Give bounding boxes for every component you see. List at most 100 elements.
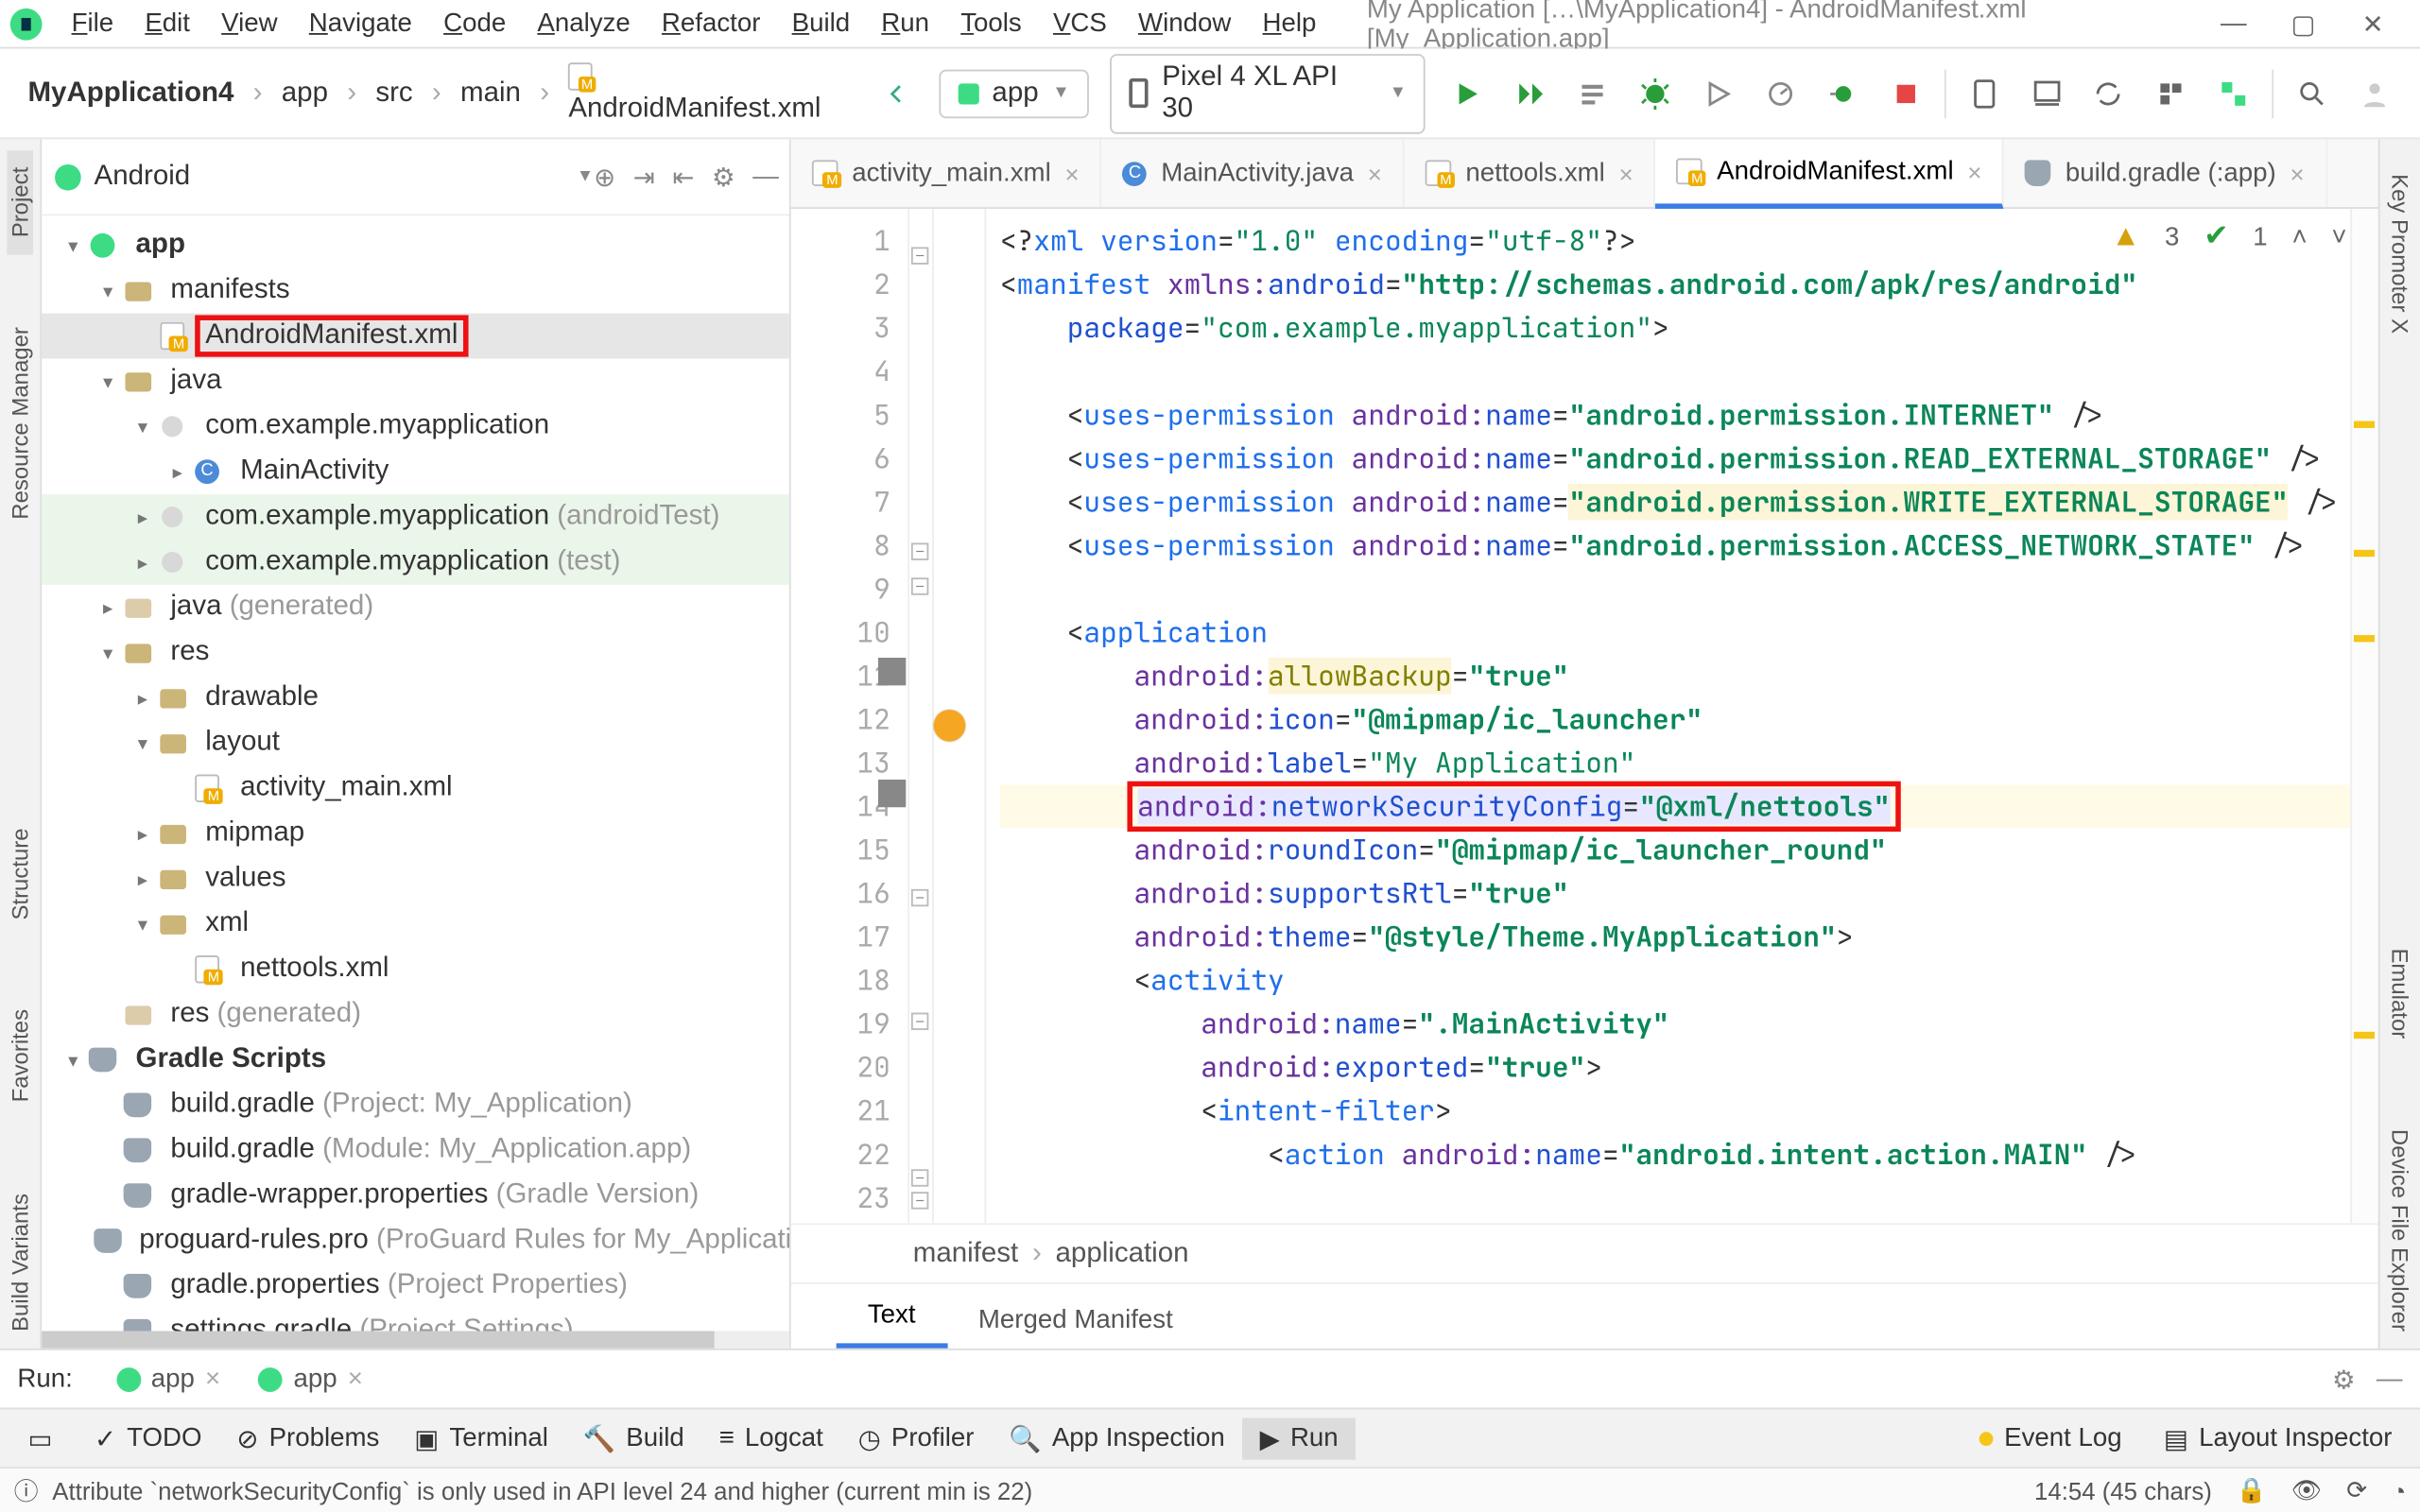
tree-arrow-icon[interactable] bbox=[164, 460, 191, 483]
crumb-1[interactable]: app bbox=[268, 72, 342, 113]
fold-toggle-icon[interactable]: − bbox=[911, 247, 928, 264]
crumb-4[interactable]: AndroidManifest.xml bbox=[555, 57, 867, 129]
close-tab-icon[interactable]: × bbox=[1619, 159, 1634, 186]
editor-tab[interactable]: activity_main.xml× bbox=[791, 139, 1102, 207]
tree-node[interactable]: xml bbox=[42, 902, 789, 947]
memory-indicator[interactable]: ◔ bbox=[2392, 1476, 2407, 1503]
menu-build[interactable]: Build bbox=[776, 4, 866, 43]
layout-inspector-tab[interactable]: ▤Layout Inspector bbox=[2146, 1418, 2409, 1459]
apply-changes-icon[interactable] bbox=[1570, 71, 1616, 116]
toolwindow-logcat[interactable]: ≡Logcat bbox=[701, 1418, 840, 1459]
tree-node[interactable]: manifests bbox=[42, 268, 789, 314]
resource-manager-toolwindow-tab[interactable]: Resource Manager bbox=[7, 311, 33, 538]
chevron-up-icon[interactable]: ˄ bbox=[2291, 222, 2307, 251]
hide-icon[interactable]: — bbox=[752, 161, 779, 192]
fold-toggle-icon[interactable]: − bbox=[911, 1192, 928, 1209]
fold-toggle-icon[interactable]: − bbox=[911, 889, 928, 906]
run-config-combo[interactable]: app ▼ bbox=[940, 69, 1089, 118]
run-toolwindow-tabs[interactable]: Run: app× app× ⚙ — bbox=[0, 1349, 2420, 1408]
close-tab-icon[interactable]: × bbox=[1064, 159, 1079, 186]
menu-refactor[interactable]: Refactor bbox=[646, 4, 776, 43]
editor-tab[interactable]: nettools.xml× bbox=[1405, 139, 1656, 207]
warning-marker[interactable] bbox=[2354, 635, 2375, 642]
fold-toggle-icon[interactable]: − bbox=[911, 1013, 928, 1030]
resource-manager-icon[interactable] bbox=[2149, 71, 2194, 116]
crumb-application[interactable]: application bbox=[1056, 1238, 1189, 1269]
back-icon[interactable] bbox=[875, 71, 921, 116]
menu-run[interactable]: Run bbox=[866, 4, 945, 43]
menu-vcs[interactable]: VCS bbox=[1037, 4, 1122, 43]
tree-arrow-icon[interactable] bbox=[129, 686, 156, 709]
tree-node[interactable]: java bbox=[42, 358, 789, 404]
tree-node[interactable]: CMainActivity bbox=[42, 449, 789, 494]
hide-icon[interactable]: — bbox=[2377, 1364, 2403, 1393]
warning-marker[interactable] bbox=[2354, 550, 2375, 557]
crumb-2[interactable]: src bbox=[362, 72, 427, 113]
tree-node[interactable]: nettools.xml bbox=[42, 947, 789, 992]
tree-node[interactable]: java (generated) bbox=[42, 585, 789, 630]
editor-tab[interactable]: build.gradle (:app)× bbox=[2004, 139, 2326, 207]
project-toolbar-actions[interactable]: ⊕ ⇥ ⇤ ⚙ — bbox=[594, 161, 779, 192]
chevron-down-icon[interactable]: ˅ bbox=[2331, 222, 2346, 251]
device-file-explorer-tab[interactable]: Device File Explorer bbox=[2387, 1111, 2413, 1349]
toolwindow-build[interactable]: 🔨Build bbox=[565, 1418, 701, 1459]
build-variants-toolwindow-tab[interactable]: Build Variants bbox=[7, 1176, 33, 1349]
tree-arrow-icon[interactable] bbox=[95, 596, 122, 619]
toolwindow-menu-icon[interactable]: ▭ bbox=[10, 1418, 70, 1459]
power-save-icon[interactable]: 👁 bbox=[2291, 1475, 2323, 1504]
gutter-image-icon[interactable] bbox=[878, 780, 906, 807]
favorites-toolwindow-tab[interactable]: Favorites bbox=[7, 992, 33, 1120]
tree-node[interactable]: res (generated) bbox=[42, 991, 789, 1037]
editor-breadcrumbs[interactable]: manifest › application bbox=[791, 1223, 2378, 1282]
tree-node[interactable]: layout bbox=[42, 720, 789, 765]
stop-icon[interactable] bbox=[1883, 71, 1928, 116]
editor-body[interactable]: 1234567891011121314151617181920212223242… bbox=[791, 209, 2378, 1223]
caret-position[interactable]: 14:54 (45 chars) bbox=[2034, 1476, 2212, 1503]
intention-bulb-icon[interactable] bbox=[934, 710, 965, 741]
maximize-icon[interactable]: ▢ bbox=[2284, 8, 2323, 39]
fold-gutter[interactable]: −−−−−−− bbox=[909, 209, 934, 1223]
user-icon[interactable] bbox=[2352, 71, 2397, 116]
tree-arrow-icon[interactable] bbox=[129, 506, 156, 528]
coverage-icon[interactable] bbox=[1695, 71, 1740, 116]
avd-manager-icon[interactable] bbox=[1962, 71, 2007, 116]
debug-icon[interactable] bbox=[1633, 71, 1678, 116]
tree-arrow-icon[interactable] bbox=[129, 822, 156, 845]
collapse-all-icon[interactable]: ⇤ bbox=[672, 161, 694, 192]
fold-toggle-icon[interactable]: − bbox=[911, 577, 928, 594]
gear-icon[interactable]: ⚙ bbox=[712, 161, 735, 192]
project-tree[interactable]: appmanifestsAndroidManifest.xmljavacom.e… bbox=[42, 215, 789, 1331]
tree-arrow-icon[interactable] bbox=[129, 868, 156, 890]
processes-icon[interactable]: ⟳ bbox=[2346, 1475, 2367, 1504]
tree-arrow-icon[interactable] bbox=[129, 731, 156, 754]
tree-node[interactable]: app bbox=[42, 223, 789, 268]
tree-arrow-icon[interactable] bbox=[129, 551, 156, 574]
profile-icon[interactable] bbox=[1757, 71, 1803, 116]
tree-node[interactable]: com.example.myapplication bbox=[42, 404, 789, 449]
tree-node[interactable]: activity_main.xml bbox=[42, 765, 789, 811]
h-scrollbar[interactable] bbox=[42, 1332, 789, 1349]
window-controls[interactable]: — ▢ ✕ bbox=[2215, 8, 2413, 39]
toolwindow-run[interactable]: ▶Run bbox=[1242, 1418, 1356, 1459]
tree-arrow-icon[interactable] bbox=[129, 913, 156, 936]
close-icon[interactable]: × bbox=[348, 1364, 363, 1393]
sdk-manager-icon[interactable] bbox=[2024, 71, 2069, 116]
editor-tab[interactable]: CMainActivity.java× bbox=[1102, 139, 1405, 207]
menu-window[interactable]: Window bbox=[1122, 4, 1247, 43]
tree-arrow-icon[interactable] bbox=[60, 234, 87, 257]
menu-edit[interactable]: Edit bbox=[130, 4, 206, 43]
toolwindow-todo[interactable]: ✓TODO bbox=[77, 1418, 218, 1459]
editor-tab[interactable]: AndroidManifest.xml× bbox=[1656, 139, 2005, 209]
menu-file[interactable]: File bbox=[56, 4, 130, 43]
menu-code[interactable]: Code bbox=[427, 4, 521, 43]
menu-help[interactable]: Help bbox=[1247, 4, 1332, 43]
icon-gutter[interactable] bbox=[934, 209, 986, 1223]
tree-node[interactable]: build.gradle (Project: My_Application) bbox=[42, 1082, 789, 1127]
expand-all-icon[interactable]: ⇥ bbox=[633, 161, 655, 192]
tree-node[interactable]: com.example.myapplication (test) bbox=[42, 540, 789, 585]
attach-debugger-icon[interactable] bbox=[1821, 71, 1866, 116]
menu-tools[interactable]: Tools bbox=[945, 4, 1038, 43]
close-tab-icon[interactable]: × bbox=[2290, 159, 2305, 186]
bottom-toolwindow-bar[interactable]: ▭ ✓TODO⊘Problems▣Terminal🔨Build≡Logcat◷P… bbox=[0, 1408, 2420, 1468]
tree-node[interactable]: mipmap bbox=[42, 811, 789, 856]
